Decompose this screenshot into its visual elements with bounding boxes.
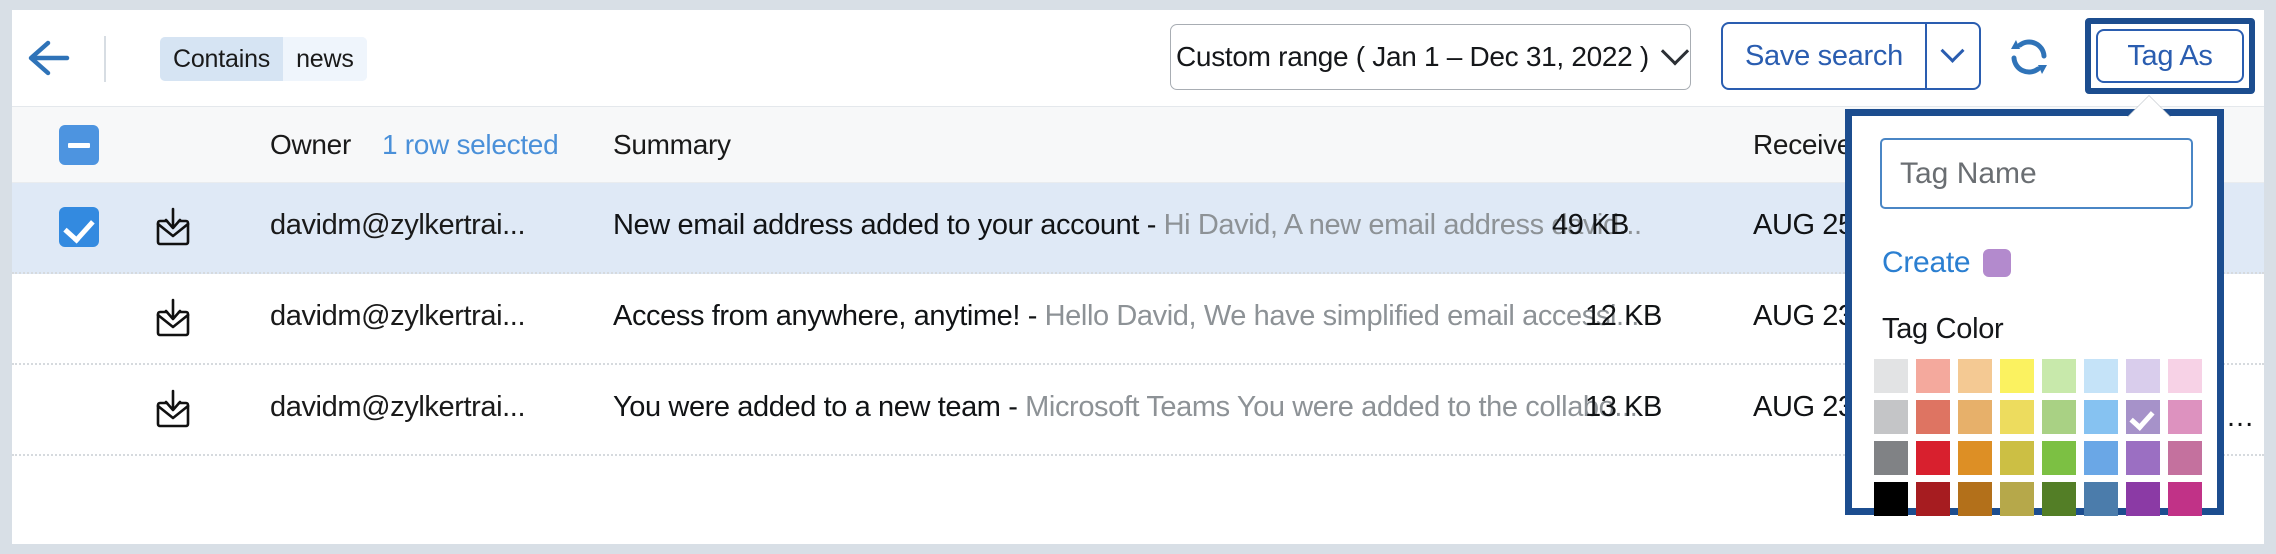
cell-summary: New email address added to your account … — [613, 209, 1642, 242]
filter-chip-contains-news[interactable]: Contains news — [160, 37, 367, 81]
row-checkbox[interactable] — [59, 298, 99, 338]
tag-color-swatch[interactable] — [1958, 359, 1992, 393]
tag-color-swatch[interactable] — [2084, 441, 2118, 475]
create-tag-color-preview — [1983, 249, 2011, 277]
tag-name-input[interactable] — [1880, 138, 2193, 209]
tag-color-label: Tag Color — [1882, 313, 2003, 346]
tag-color-swatch[interactable] — [2126, 400, 2160, 434]
cell-owner: davidm@zylkertrai... — [270, 209, 525, 242]
tag-as-popover: Create Tag Color — [1845, 109, 2224, 515]
cell-summary: Access from anywhere, anytime! - Hello D… — [613, 300, 1639, 333]
tag-color-swatch[interactable] — [2084, 400, 2118, 434]
popover-caret — [2127, 96, 2171, 118]
tag-color-swatch[interactable] — [1958, 400, 1992, 434]
tag-color-swatch[interactable] — [2168, 359, 2202, 393]
column-header-owner[interactable]: Owner — [270, 129, 351, 161]
tag-as-button[interactable]: Tag As — [2096, 29, 2244, 83]
tag-color-swatch[interactable] — [1874, 482, 1908, 516]
tag-color-swatch[interactable] — [2000, 441, 2034, 475]
indeterminate-checkbox-icon — [68, 143, 90, 148]
chevron-down-icon — [1941, 38, 1965, 62]
tag-color-swatch[interactable] — [1916, 482, 1950, 516]
tag-color-swatch[interactable] — [2042, 359, 2076, 393]
filter-chip-value: news — [283, 37, 367, 81]
tag-color-swatch[interactable] — [2000, 359, 2034, 393]
save-search-dropdown-toggle[interactable] — [1927, 24, 1979, 88]
app-frame: Contains news Custom range ( Jan 1 – Dec… — [12, 10, 2264, 544]
toolbar-divider — [104, 36, 106, 82]
save-search-button[interactable]: Save search — [1723, 24, 1925, 88]
inbox-download-icon — [150, 296, 196, 342]
tag-color-swatch[interactable] — [1916, 400, 1950, 434]
top-toolbar: Contains news Custom range ( Jan 1 – Dec… — [12, 10, 2264, 107]
tag-color-swatch[interactable] — [2084, 482, 2118, 516]
tag-color-swatch[interactable] — [2126, 482, 2160, 516]
email-subject: You were added to a new team — [613, 391, 1001, 423]
column-header-received[interactable]: Receive — [1753, 129, 1852, 161]
filter-chip-key: Contains — [160, 37, 283, 81]
date-range-label: Custom range ( Jan 1 – Dec 31, 2022 ) — [1176, 41, 1649, 73]
create-tag-row[interactable]: Create — [1882, 246, 2011, 280]
tag-as-highlight-box: Tag As — [2085, 18, 2255, 94]
summary-separator: - — [1020, 300, 1045, 332]
tag-color-swatch[interactable] — [2084, 359, 2118, 393]
date-range-dropdown[interactable]: Custom range ( Jan 1 – Dec 31, 2022 ) — [1170, 24, 1691, 90]
email-subject: New email address added to your account — [613, 209, 1139, 241]
tag-color-swatch[interactable] — [1958, 441, 1992, 475]
cell-received: AUG 23 — [1753, 300, 1854, 333]
tag-color-swatch[interactable] — [1958, 482, 1992, 516]
inbox-download-icon — [150, 387, 196, 433]
tag-color-swatch[interactable] — [2168, 482, 2202, 516]
tag-color-swatch[interactable] — [2000, 482, 2034, 516]
cell-owner: davidm@zylkertrai... — [270, 300, 525, 333]
save-search-group: Save search — [1721, 22, 1981, 90]
tag-color-swatch[interactable] — [2168, 441, 2202, 475]
chevron-down-icon — [1661, 37, 1689, 65]
tag-color-swatch[interactable] — [2126, 441, 2160, 475]
tag-color-swatch[interactable] — [2042, 482, 2076, 516]
cell-size: 13 KB — [1585, 391, 1662, 424]
create-tag-label[interactable]: Create — [1882, 246, 1970, 280]
inbox-download-icon — [150, 205, 196, 251]
select-all-checkbox[interactable] — [59, 125, 99, 165]
tag-color-swatch[interactable] — [2000, 400, 2034, 434]
checkmark-icon — [63, 211, 94, 243]
tag-color-swatch[interactable] — [1916, 359, 1950, 393]
tag-color-swatch[interactable] — [2042, 400, 2076, 434]
tag-color-swatch[interactable] — [1916, 441, 1950, 475]
tag-color-swatch[interactable] — [1874, 441, 1908, 475]
screenshot-root: Contains news Custom range ( Jan 1 – Dec… — [0, 0, 2276, 554]
cell-owner: davidm@zylkertrai... — [270, 391, 525, 424]
tag-color-swatch[interactable] — [2168, 400, 2202, 434]
cell-received: AUG 23 — [1753, 391, 1854, 424]
summary-separator: - — [1001, 391, 1026, 423]
cell-size: 49 KB — [1552, 209, 1629, 242]
column-header-summary[interactable]: Summary — [613, 129, 731, 161]
cell-size: 12 KB — [1585, 300, 1662, 333]
summary-separator: - — [1139, 209, 1164, 241]
tag-color-swatch[interactable] — [2042, 441, 2076, 475]
tag-color-grid — [1874, 359, 2202, 516]
cell-summary: You were added to a new team - Microsoft… — [613, 391, 1637, 424]
row-checkbox[interactable] — [59, 389, 99, 429]
cell-received: AUG 25 — [1753, 209, 1854, 242]
checkmark-icon — [2129, 405, 2154, 431]
refresh-icon[interactable] — [2004, 32, 2054, 82]
tag-color-swatch[interactable] — [2126, 359, 2160, 393]
email-preview: Hello David, We have simplified email ac… — [1045, 300, 1639, 332]
tag-color-swatch[interactable] — [1874, 359, 1908, 393]
tag-color-swatch[interactable] — [1874, 400, 1908, 434]
back-arrow-icon[interactable] — [26, 37, 78, 79]
email-subject: Access from anywhere, anytime! — [613, 300, 1020, 332]
email-preview: Microsoft Teams You were added to the co… — [1025, 391, 1637, 423]
row-selected-count[interactable]: 1 row selected — [382, 129, 558, 161]
row-checkbox[interactable] — [59, 207, 99, 247]
